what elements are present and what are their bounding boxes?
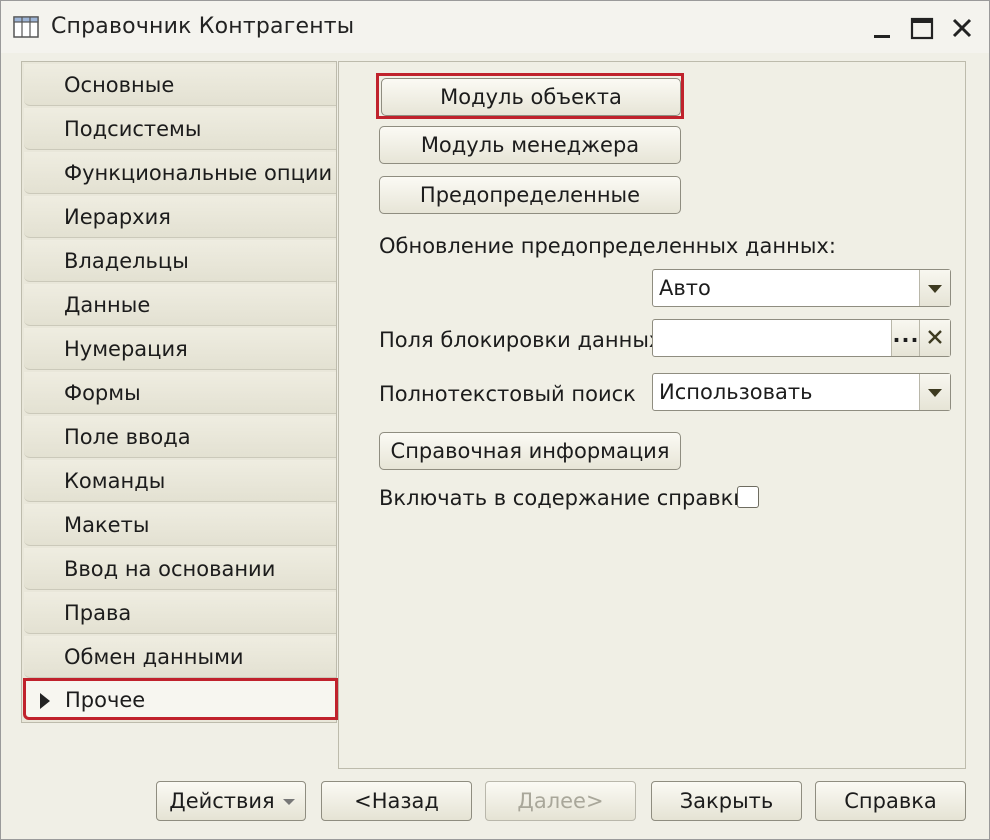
nav-item-label: Подсистемы bbox=[64, 117, 202, 141]
back-button[interactable]: <Назад bbox=[321, 781, 472, 821]
nav-item-label: Обмен данными bbox=[64, 645, 244, 669]
nav-item-label: Права bbox=[64, 601, 132, 625]
table-icon bbox=[13, 15, 39, 39]
nav-item-other[interactable]: Прочее bbox=[23, 678, 338, 720]
predefined-button[interactable]: Предопределенные bbox=[379, 176, 681, 214]
select-button[interactable]: ... bbox=[891, 320, 920, 356]
nav-item-label: Ввод на основании bbox=[64, 557, 276, 581]
lock-fields-input[interactable]: ... bbox=[652, 319, 951, 357]
include-help-checkbox[interactable] bbox=[737, 486, 759, 508]
chevron-down-icon bbox=[928, 389, 942, 397]
ellipsis-icon: ... bbox=[892, 323, 920, 347]
sections-nav: Основные Подсистемы Функциональные опции… bbox=[21, 61, 338, 723]
nav-item-owners[interactable]: Владельцы bbox=[24, 240, 336, 282]
nav-item-label: Команды bbox=[64, 469, 166, 493]
nav-item-label: Функциональные опции bbox=[64, 161, 333, 185]
nav-item-main[interactable]: Основные bbox=[24, 64, 336, 106]
fulltext-search-value: Использовать bbox=[659, 380, 813, 404]
update-predefined-value: Авто bbox=[659, 276, 711, 300]
close-icon[interactable] bbox=[947, 13, 977, 43]
window-title: Справочник Контрагенты bbox=[51, 14, 355, 39]
fulltext-search-select[interactable]: Использовать bbox=[652, 373, 951, 411]
chevron-down-icon bbox=[283, 799, 295, 805]
nav-item-label: Данные bbox=[64, 293, 151, 317]
fulltext-search-label: Полнотекстовый поиск bbox=[379, 382, 636, 406]
object-module-label: Модуль объекта bbox=[440, 85, 622, 109]
nav-item-label: Основные bbox=[64, 73, 175, 97]
nav-item-based-on[interactable]: Ввод на основании bbox=[24, 548, 336, 590]
nav-item-forms[interactable]: Формы bbox=[24, 372, 336, 414]
close-label: Закрыть bbox=[679, 789, 774, 813]
clear-x-icon bbox=[928, 330, 942, 344]
nav-item-label: Формы bbox=[64, 381, 141, 405]
dropdown-button[interactable] bbox=[919, 374, 950, 410]
maximize-icon[interactable] bbox=[907, 13, 937, 43]
nav-item-label: Поле ввода bbox=[64, 425, 191, 449]
nav-item-data-exchange[interactable]: Обмен данными bbox=[24, 636, 336, 678]
title-bar: Справочник Контрагенты bbox=[1, 1, 989, 53]
help-info-button[interactable]: Справочная информация bbox=[379, 432, 681, 470]
nav-item-label: Владельцы bbox=[64, 249, 189, 273]
actions-label: Действия bbox=[169, 789, 275, 813]
nav-item-rights[interactable]: Права bbox=[24, 592, 336, 634]
catalog-window: Справочник Контрагенты Основные Подсисте… bbox=[0, 0, 990, 840]
update-predefined-select[interactable]: Авто bbox=[652, 269, 951, 307]
nav-item-label: Прочее bbox=[65, 688, 146, 712]
chevron-down-icon bbox=[928, 285, 942, 293]
manager-module-label: Модуль менеджера bbox=[420, 133, 640, 157]
triangle-right-icon bbox=[40, 693, 50, 709]
back-label: <Назад bbox=[354, 789, 439, 813]
help-label: Справка bbox=[844, 789, 937, 813]
clear-button[interactable] bbox=[919, 320, 950, 356]
manager-module-button[interactable]: Модуль менеджера bbox=[379, 126, 681, 164]
nav-item-label: Макеты bbox=[64, 513, 150, 537]
next-button[interactable]: Далее> bbox=[485, 781, 636, 821]
update-predefined-label: Обновление предопределенных данных: bbox=[379, 234, 836, 258]
nav-item-numbering[interactable]: Нумерация bbox=[24, 328, 336, 370]
actions-button[interactable]: Действия bbox=[156, 781, 306, 821]
nav-item-commands[interactable]: Команды bbox=[24, 460, 336, 502]
nav-item-data[interactable]: Данные bbox=[24, 284, 336, 326]
nav-item-input-field[interactable]: Поле ввода bbox=[24, 416, 336, 458]
help-button[interactable]: Справка bbox=[815, 781, 966, 821]
nav-item-subsystems[interactable]: Подсистемы bbox=[24, 108, 336, 150]
nav-item-functional-options[interactable]: Функциональные опции bbox=[24, 152, 336, 194]
minimize-icon[interactable] bbox=[867, 13, 897, 43]
include-help-label: Включать в содержание справки bbox=[379, 486, 747, 510]
nav-item-hierarchy[interactable]: Иерархия bbox=[24, 196, 336, 238]
other-settings-panel: Модуль объекта Модуль менеджера Предопре… bbox=[338, 61, 966, 769]
dropdown-button[interactable] bbox=[919, 270, 950, 306]
help-info-label: Справочная информация bbox=[390, 439, 670, 463]
close-button[interactable]: Закрыть bbox=[651, 781, 802, 821]
lock-fields-label: Поля блокировки данных bbox=[379, 328, 662, 352]
object-module-button[interactable]: Модуль объекта bbox=[381, 78, 681, 116]
predefined-label: Предопределенные bbox=[419, 183, 641, 207]
nav-item-label: Нумерация bbox=[64, 337, 188, 361]
nav-item-label: Иерархия bbox=[64, 205, 171, 229]
nav-item-layouts[interactable]: Макеты bbox=[24, 504, 336, 546]
next-label: Далее> bbox=[517, 789, 604, 813]
